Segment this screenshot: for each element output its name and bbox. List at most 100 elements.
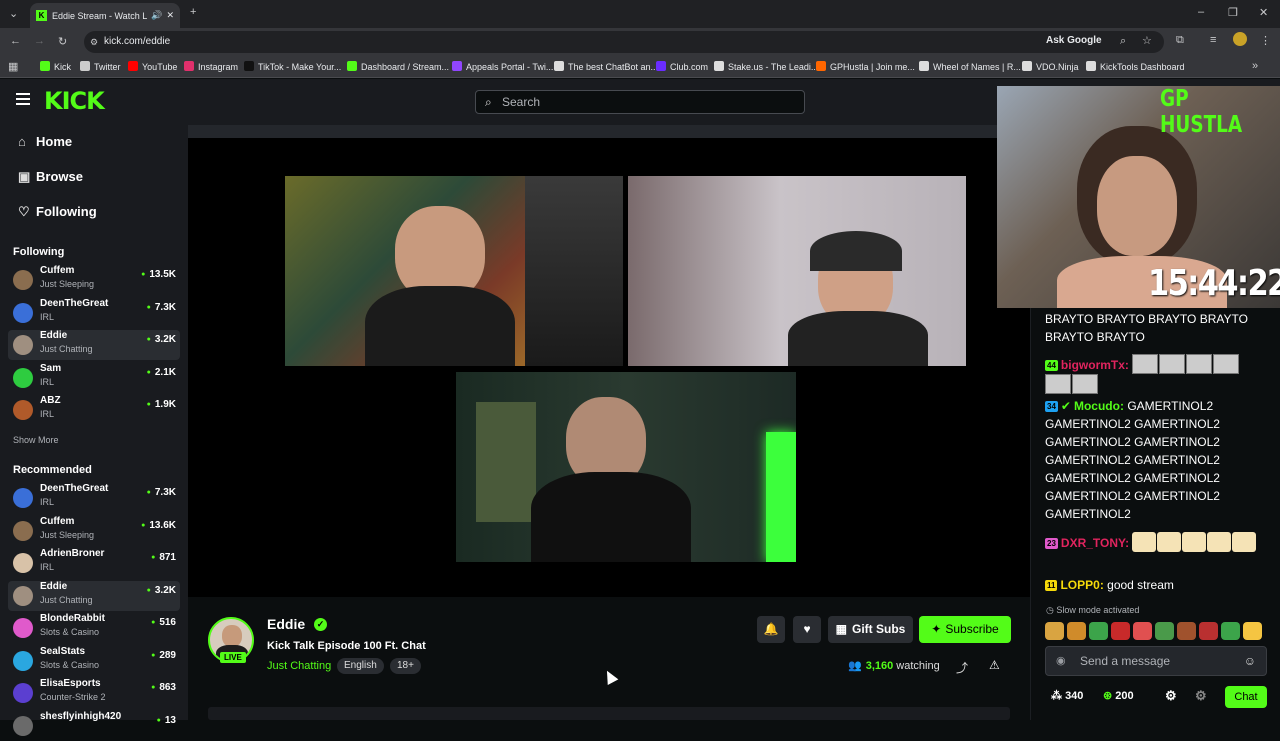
- channel-points[interactable]: ⁂ 340: [1051, 689, 1083, 702]
- emote[interactable]: [1067, 622, 1086, 640]
- emote[interactable]: [1221, 622, 1240, 640]
- bookmark-appeals[interactable]: Appeals Portal - Twi...: [452, 61, 553, 72]
- emote[interactable]: [1155, 622, 1174, 640]
- bookmark-star-icon[interactable]: ☆: [1142, 34, 1152, 47]
- follow-heart-button[interactable]: ♥: [793, 616, 821, 643]
- sidebar-channel-eddie[interactable]: Eddie Just Chatting 3.2K: [8, 330, 180, 360]
- back-icon[interactable]: ←: [10, 35, 21, 47]
- tab-search-icon[interactable]: ⌄: [9, 7, 18, 20]
- emote[interactable]: [1199, 622, 1218, 640]
- maximize-icon[interactable]: ❐: [1228, 6, 1238, 19]
- sidebar-channel-cuffem[interactable]: Cuffem Just Sleeping 13.6K: [8, 516, 180, 546]
- bookmark-instagram[interactable]: Instagram: [184, 61, 238, 72]
- chat-username[interactable]: bigwormTx:: [1061, 358, 1129, 372]
- bookmark-kick[interactable]: Kick: [40, 61, 71, 72]
- show-more-link[interactable]: Show More: [13, 435, 59, 445]
- zoom-icon[interactable]: ⌕: [1120, 35, 1126, 48]
- settings-gear-icon[interactable]: ⚙: [1165, 688, 1177, 704]
- star-icon: ✦: [931, 622, 942, 636]
- nav-following[interactable]: ♡ Following: [18, 204, 97, 220]
- bookmark-twitter[interactable]: Twitter: [80, 61, 121, 72]
- chat-message-input[interactable]: ◉ Send a message ☺: [1045, 646, 1267, 676]
- bookmark-chatbot[interactable]: The best ChatBot an...: [554, 61, 658, 72]
- viewer-count: 3.2K: [147, 585, 176, 596]
- bookmark-tiktok[interactable]: TikTok - Make Your...: [244, 61, 341, 72]
- bookmark-club[interactable]: Club.com: [656, 61, 708, 72]
- report-warning-icon[interactable]: ⚠: [989, 658, 1000, 672]
- chat-username[interactable]: DXR_TONY:: [1061, 536, 1129, 550]
- tag-mature[interactable]: 18+: [390, 658, 421, 674]
- gift-subs-button[interactable]: ▦ Gift Subs: [828, 616, 913, 643]
- notification-bell-button[interactable]: 🔔: [757, 616, 785, 643]
- sidebar-channel-deenthegreat[interactable]: DeenTheGreat IRL 7.3K: [8, 483, 180, 513]
- bookmark-dashboard[interactable]: Dashboard / Stream...: [347, 61, 449, 72]
- tab-audio-icon[interactable]: 🔊: [151, 10, 162, 21]
- sidebar-channel-shesflyinhigh420[interactable]: shesflyinhigh42013: [8, 711, 180, 741]
- sidebar-channel-adrienbroner[interactable]: AdrienBroner IRL 871: [8, 548, 180, 578]
- nav-home[interactable]: ⌂ Home: [18, 134, 72, 149]
- heart-icon: ♡: [18, 204, 30, 219]
- bookmark-wheel-of-names[interactable]: Wheel of Names | R...: [919, 61, 1021, 72]
- minimize-icon[interactable]: –: [1198, 6, 1204, 18]
- extensions-icon[interactable]: ⧉: [1176, 34, 1184, 47]
- emote[interactable]: [1045, 622, 1064, 640]
- apps-grid-icon[interactable]: ▦: [8, 60, 18, 73]
- video-player[interactable]: [188, 125, 1030, 597]
- sidebar-channel-deenthegreat[interactable]: DeenTheGreat IRL 7.3K: [8, 298, 180, 328]
- site-info-icon[interactable]: ⚙: [90, 31, 98, 53]
- kick-logo[interactable]: KICK: [44, 87, 105, 115]
- bookmark-youtube[interactable]: YouTube: [128, 61, 177, 72]
- bookmarks-bar: ▦ Kick Twitter YouTube Instagram TikTok …: [0, 56, 1280, 78]
- chat-username[interactable]: LOPP0:: [1060, 578, 1103, 592]
- bookmark-gphustla[interactable]: GPHustla | Join me...: [816, 61, 915, 72]
- emote[interactable]: [1177, 622, 1196, 640]
- reload-icon[interactable]: ↻: [58, 35, 67, 48]
- guest-camera-1: [285, 176, 623, 366]
- search-input[interactable]: ⌕ Search: [475, 90, 805, 114]
- sidebar-channel-abz[interactable]: ABZ IRL 1.9K: [8, 395, 180, 425]
- channel-avatar: [13, 400, 33, 420]
- profile-avatar[interactable]: [1233, 32, 1247, 46]
- reading-list-icon[interactable]: ≡: [1210, 34, 1216, 46]
- new-tab-icon[interactable]: +: [190, 6, 196, 18]
- user-badge-icon[interactable]: ◉: [1056, 647, 1066, 675]
- emoji-picker-icon[interactable]: ☺: [1244, 647, 1256, 675]
- send-chat-button[interactable]: Chat: [1225, 686, 1267, 708]
- emote[interactable]: [1243, 622, 1262, 640]
- sidebar-channel-elisaesports[interactable]: ElisaEsports Counter-Strike 2 863: [8, 678, 180, 708]
- bookmark-stake[interactable]: Stake.us - The Leadi...: [714, 61, 818, 72]
- browser-tab[interactable]: K Eddie Stream - Watch Live o 🔊 ✕: [30, 3, 180, 28]
- emote: [1213, 354, 1240, 374]
- nav-browse[interactable]: ▣ Browse: [18, 169, 83, 185]
- more-bookmarks-icon[interactable]: »: [1252, 60, 1258, 72]
- browser-menu-icon[interactable]: ⋮: [1260, 34, 1271, 47]
- sidebar-channel-sam[interactable]: Sam IRL 2.1K: [8, 363, 180, 393]
- close-window-icon[interactable]: ✕: [1259, 6, 1268, 19]
- menu-icon[interactable]: [16, 93, 30, 108]
- tab-title: Eddie Stream - Watch Live o: [52, 10, 148, 21]
- bookmark-vdo-ninja[interactable]: VDO.Ninja: [1022, 61, 1079, 72]
- kick-points[interactable]: ⊛ 200: [1103, 689, 1134, 702]
- channel-avatar: [13, 488, 33, 508]
- sidebar-channel-sealstats[interactable]: SealStats Slots & Casino 289: [8, 646, 180, 676]
- bookmark-kicktools[interactable]: KickTools Dashboard: [1086, 61, 1185, 72]
- emote[interactable]: [1089, 622, 1108, 640]
- ask-google-button[interactable]: Ask Google: [1046, 35, 1102, 46]
- emote[interactable]: [1133, 622, 1152, 640]
- emote: [1182, 532, 1207, 552]
- emote[interactable]: [1111, 622, 1130, 640]
- sidebar-channel-blonderabbit[interactable]: BlondeRabbit Slots & Casino 516: [8, 613, 180, 643]
- tag-language[interactable]: English: [337, 658, 384, 674]
- forward-icon[interactable]: →: [34, 35, 45, 47]
- tab-close-icon[interactable]: ✕: [166, 10, 174, 21]
- share-icon[interactable]: ⤴: [956, 659, 968, 676]
- sidebar-channel-eddie[interactable]: Eddie Just Chatting 3.2K: [8, 580, 180, 611]
- subscribe-button[interactable]: ✦ Subscribe: [919, 616, 1011, 643]
- channel-name[interactable]: Eddie: [267, 616, 305, 632]
- url-field[interactable]: ⚙ kick.com/eddie: [84, 31, 1164, 53]
- extension-icon[interactable]: ⚙: [1195, 688, 1207, 704]
- sidebar-channel-cuffem[interactable]: Cuffem Just Sleeping 13.5K: [8, 265, 180, 295]
- chat-username[interactable]: Mocudo:: [1074, 399, 1124, 413]
- viewer-count: 289: [151, 650, 176, 661]
- stream-category[interactable]: Just Chatting: [267, 660, 331, 672]
